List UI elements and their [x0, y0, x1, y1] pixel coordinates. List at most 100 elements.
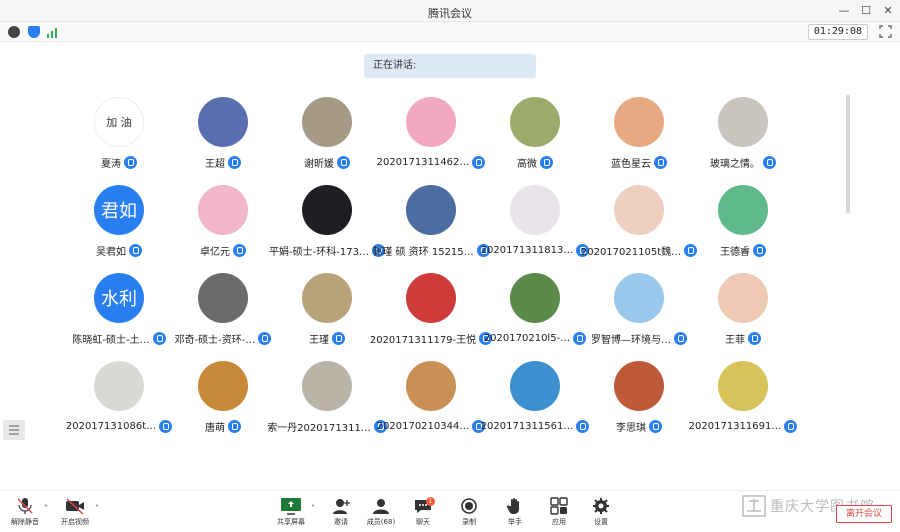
- leave-meeting-button[interactable]: 离开会议: [836, 505, 892, 523]
- participant-avatar: [718, 273, 768, 323]
- bottom-toolbar: 解除静音 ˄ 开启视频 ˄ 共享屏幕 ˄ 邀请 成员(68) 聊天 1 录制 举…: [0, 490, 900, 532]
- chat-label: 聊天: [416, 518, 430, 526]
- scrollbar[interactable]: [846, 95, 850, 213]
- participant-name: 夏涛: [101, 158, 121, 170]
- members-label: 成员(68): [366, 518, 396, 526]
- participant-tile[interactable]: 2020171311691…: [678, 361, 808, 449]
- participant-name: 202017131086t…: [65, 420, 157, 432]
- meeting-timer: 01:29:08: [807, 24, 868, 40]
- record-icon: [461, 498, 477, 514]
- participant-tile[interactable]: 王菲: [678, 273, 808, 361]
- participant-avatar: [406, 273, 456, 323]
- members-button[interactable]: 成员(68): [358, 497, 404, 527]
- microphone-off-icon: [17, 498, 33, 514]
- title-bar: 腾讯会议 — ☐ ✕: [0, 0, 900, 22]
- participant-avatar: [406, 97, 456, 147]
- participant-name: 2020171311561…: [480, 420, 574, 432]
- participant-name: 2020171311179-王悦: [369, 334, 477, 346]
- participant-name: 唐萌: [205, 422, 225, 434]
- participant-name: 高微: [517, 158, 537, 170]
- microphone-icon: [540, 155, 553, 169]
- participant-name: 2020171311691…: [688, 420, 782, 432]
- participant-name: 2020171311813…: [480, 244, 574, 256]
- participant-name: 202017021105t魏…: [580, 246, 682, 258]
- unmute-button[interactable]: 解除静音: [2, 497, 48, 527]
- participant-avatar: [718, 185, 768, 235]
- microphone-icon: [124, 155, 137, 169]
- video-options-chevron-icon[interactable]: ˄: [95, 504, 103, 513]
- participant-name: 王超: [205, 158, 225, 170]
- participant-avatar: [198, 97, 248, 147]
- signal-icon[interactable]: [46, 26, 58, 38]
- participant-name: 王瑾: [309, 334, 329, 346]
- raise-hand-button[interactable]: 举手: [492, 497, 538, 527]
- participant-name: 平娟-硕士-环科-173…: [269, 246, 369, 258]
- participant-avatar: [302, 185, 352, 235]
- record-button[interactable]: 录制: [446, 497, 492, 527]
- gear-icon: [593, 498, 609, 514]
- participant-avatar: [510, 97, 560, 147]
- microphone-icon: [784, 419, 798, 433]
- participant-avatar: [510, 185, 560, 235]
- participant-name: 卓亿元: [200, 246, 230, 258]
- participant-name: 2020170210344…: [376, 420, 470, 432]
- chat-unread-badge: 1: [426, 497, 435, 506]
- audio-options-chevron-icon[interactable]: ˄: [44, 504, 52, 513]
- participant-name: 邓奇-硕士-资环-…: [174, 334, 256, 346]
- raise-hand-label: 举手: [508, 518, 522, 526]
- apps-button[interactable]: 应用: [536, 497, 582, 527]
- participant-name: 王菲: [725, 334, 745, 346]
- members-icon: [373, 499, 389, 514]
- participant-avatar: [302, 97, 352, 147]
- participant-avatar: [198, 185, 248, 235]
- info-icon[interactable]: [8, 26, 20, 38]
- unmute-label: 解除静音: [11, 518, 39, 526]
- fullscreen-icon[interactable]: [879, 25, 892, 38]
- participant-avatar: [198, 273, 248, 323]
- participant-name: 玻璃之情。: [710, 158, 760, 170]
- participant-name-row: 王德睿: [678, 242, 808, 258]
- participant-name: 2020171311462…: [376, 156, 470, 168]
- microphone-icon: [337, 155, 350, 169]
- participant-avatar: [614, 185, 664, 235]
- participant-name: 王德睿: [720, 246, 750, 258]
- maximize-icon[interactable]: ☐: [858, 3, 874, 19]
- participant-avatar: [614, 273, 664, 323]
- participant-tile[interactable]: 玻璃之情。: [678, 97, 808, 185]
- microphone-icon: [228, 419, 241, 433]
- share-screen-button[interactable]: 共享屏幕: [268, 497, 314, 527]
- microphone-icon: [228, 155, 241, 169]
- apps-icon: [550, 497, 568, 515]
- participant-name: 2020170210l5-…: [483, 332, 571, 344]
- sidebar-toggle-button[interactable]: [3, 420, 25, 440]
- camera-off-icon: [66, 498, 84, 515]
- participant-name: 罗智博—环境与…: [591, 334, 671, 346]
- participant-avatar: [94, 361, 144, 411]
- settings-label: 设置: [594, 518, 608, 526]
- participant-name: 蓝色星云: [611, 158, 651, 170]
- start-video-button[interactable]: 开启视频: [52, 497, 98, 527]
- participant-name-row: 玻璃之情。: [678, 154, 808, 170]
- participant-avatar: 加 油: [94, 97, 144, 147]
- shield-icon[interactable]: [28, 26, 40, 38]
- participant-avatar: 君如: [94, 185, 144, 235]
- close-icon[interactable]: ✕: [880, 3, 896, 19]
- chat-button[interactable]: 聊天: [400, 497, 446, 527]
- participant-name: 李思琪: [616, 422, 646, 434]
- raise-hand-icon: [506, 498, 519, 514]
- microphone-icon: [129, 243, 142, 257]
- apps-label: 应用: [552, 518, 566, 526]
- minimize-icon[interactable]: —: [836, 3, 852, 19]
- participant-avatar: [302, 273, 352, 323]
- participant-tile[interactable]: 王德睿: [678, 185, 808, 273]
- window-title: 腾讯会议: [428, 7, 472, 20]
- microphone-icon: [233, 243, 246, 257]
- speaking-indicator: 正在讲话:: [364, 54, 536, 78]
- participant-avatar: [614, 97, 664, 147]
- settings-button[interactable]: 设置: [578, 497, 624, 527]
- microphone-icon: [332, 331, 345, 345]
- microphone-icon: [763, 155, 776, 169]
- record-label: 录制: [462, 518, 476, 526]
- participant-name-row: 2020171311691…: [678, 418, 808, 434]
- start-video-label: 开启视频: [61, 518, 89, 526]
